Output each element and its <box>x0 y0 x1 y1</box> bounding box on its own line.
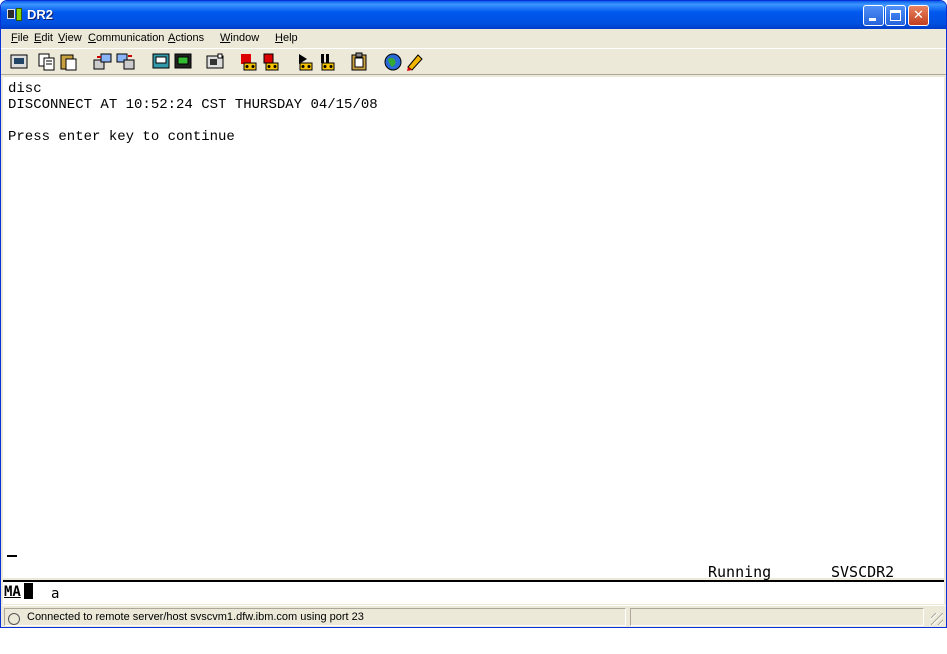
menu-communication[interactable]: Communication <box>88 32 164 44</box>
emulator-window: DR2 ✕ File Edit View Communication Actio… <box>0 0 947 628</box>
clipboard-icon[interactable] <box>349 52 369 72</box>
system-name: SVSCDR2 <box>831 563 895 581</box>
print-screen-icon[interactable] <box>9 52 29 72</box>
title-bar[interactable]: DR2 ✕ <box>1 1 946 29</box>
maximize-icon <box>890 10 901 21</box>
window-title: DR2 <box>27 7 54 22</box>
macro-icon[interactable] <box>205 52 225 72</box>
connection-icon <box>8 613 20 625</box>
keyboard-map-icon[interactable] <box>173 52 193 72</box>
close-button[interactable]: ✕ <box>908 5 929 26</box>
pause-macro-icon[interactable] <box>317 52 337 72</box>
oia-cursor-block <box>24 583 33 599</box>
menu-edit[interactable]: Edit <box>34 32 53 44</box>
minimize-button[interactable] <box>863 5 884 26</box>
operator-info-area: MA a <box>3 580 944 604</box>
screen-line: Press enter key to continue <box>8 129 235 145</box>
input-cursor <box>7 555 17 557</box>
menu-window[interactable]: Window <box>220 32 259 44</box>
menu-help[interactable]: Help <box>275 32 298 44</box>
menu-actions[interactable]: Actions <box>168 32 204 44</box>
menu-file[interactable]: File <box>11 32 29 44</box>
toolbar <box>1 48 946 75</box>
edit-pen-icon[interactable] <box>405 52 425 72</box>
web-help-icon[interactable] <box>383 52 403 72</box>
screen-line: DISCONNECT AT 10:52:24 CST THURSDAY 04/1… <box>8 97 378 113</box>
connection-message: Connected to remote server/host svscvm1.… <box>27 611 364 623</box>
play-macro-icon[interactable] <box>295 52 315 72</box>
maximize-button[interactable] <box>885 5 906 26</box>
oia-indicator: MA <box>4 584 21 600</box>
status-pane <box>630 608 924 626</box>
record-macro-icon[interactable] <box>239 52 259 72</box>
menu-bar: File Edit View Communication Actions Win… <box>1 30 946 48</box>
connection-status: Connected to remote server/host svscvm1.… <box>4 608 626 626</box>
close-icon: ✕ <box>913 8 924 23</box>
copy-icon[interactable] <box>37 52 57 72</box>
screen-line: disc <box>8 81 42 97</box>
display-setup-icon[interactable] <box>151 52 171 72</box>
oia-field: a <box>51 586 60 602</box>
minimize-icon <box>869 18 876 21</box>
receive-file-icon[interactable] <box>116 52 136 72</box>
session-status: Running <box>708 563 772 581</box>
resize-grip-icon[interactable] <box>931 613 943 625</box>
paste-icon[interactable] <box>59 52 79 72</box>
send-file-icon[interactable] <box>93 52 113 72</box>
stop-macro-icon[interactable] <box>261 52 281 72</box>
menu-view[interactable]: View <box>58 32 82 44</box>
app-icon[interactable] <box>7 7 23 23</box>
terminal-screen[interactable]: disc DISCONNECT AT 10:52:24 CST THURSDAY… <box>3 77 944 581</box>
status-bar: Connected to remote server/host svscvm1.… <box>2 605 945 627</box>
